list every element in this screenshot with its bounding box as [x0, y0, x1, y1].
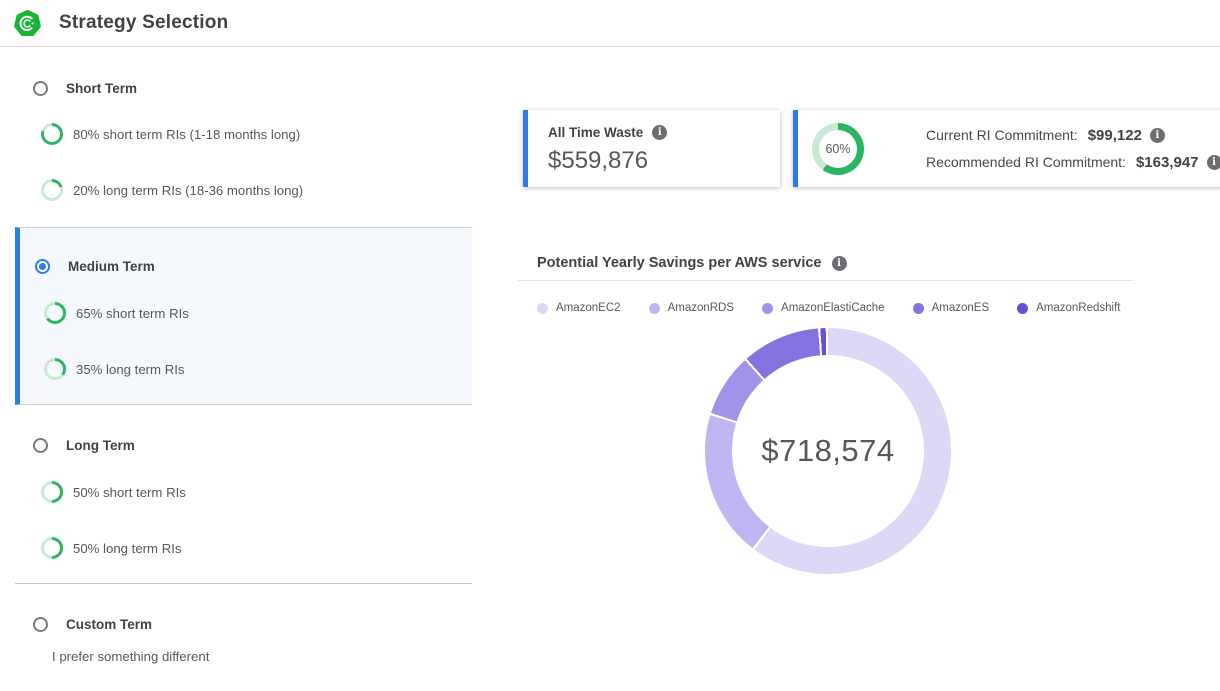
- legend-dot: [537, 303, 548, 314]
- percent-ring-80: [41, 123, 63, 145]
- percent-ring-65: [44, 302, 66, 324]
- panel-divider: [15, 583, 472, 584]
- suboption-label: 80% short term RIs (1-18 months long): [73, 127, 300, 142]
- strategy-label-custom: Custom Term: [66, 617, 152, 632]
- suboption-label: 50% short term RIs: [73, 485, 186, 500]
- info-icon[interactable]: i: [1207, 155, 1220, 170]
- radio-medium-selected[interactable]: [35, 259, 50, 274]
- info-icon[interactable]: i: [1150, 128, 1165, 143]
- suboption-label: 20% long term RIs (18-36 months long): [73, 183, 303, 198]
- strategy-label-short: Short Term: [66, 81, 137, 96]
- commitment-progress-ring: 60%: [812, 123, 864, 175]
- info-icon[interactable]: i: [832, 256, 847, 271]
- strategy-suboption: 35% long term RIs: [44, 358, 184, 380]
- legend-item-amazonelasticache[interactable]: AmazonElastiCache: [762, 302, 885, 314]
- recommended-ri-commitment-label: Recommended RI Commitment:: [926, 154, 1126, 170]
- custom-term-description: I prefer something different: [52, 649, 209, 664]
- radio-custom[interactable]: [33, 617, 48, 632]
- suboption-label: 35% long term RIs: [76, 362, 184, 377]
- legend-item-amazones[interactable]: AmazonES: [913, 302, 990, 314]
- percent-ring-50: [41, 481, 63, 503]
- ri-commitment-card: 60% Current RI Commitment: $99,122 i Rec…: [793, 110, 1220, 187]
- chart-divider: [518, 280, 1133, 281]
- current-ri-commitment-label: Current RI Commitment:: [926, 127, 1078, 143]
- legend-dot: [913, 303, 924, 314]
- strategy-suboption: 50% long term RIs: [41, 537, 181, 559]
- chart-title: Potential Yearly Savings per AWS service: [537, 255, 822, 271]
- percent-ring-50: [41, 537, 63, 559]
- suboption-label: 65% short term RIs: [76, 306, 189, 321]
- page-title: Strategy Selection: [59, 12, 228, 34]
- all-time-waste-card: All Time Waste i $559,876: [523, 110, 780, 187]
- legend-item-amazonec2[interactable]: AmazonEC2: [537, 302, 621, 314]
- legend-label: AmazonElastiCache: [781, 302, 885, 314]
- strategy-suboption: 65% short term RIs: [44, 302, 189, 324]
- legend-dot: [649, 303, 660, 314]
- waste-card-value: $559,876: [548, 147, 780, 175]
- percent-ring-20: [41, 179, 63, 201]
- legend-label: AmazonRedshift: [1036, 302, 1120, 314]
- strategy-suboption: 20% long term RIs (18-36 months long): [41, 179, 303, 201]
- strategy-option-medium[interactable]: Medium Term: [35, 257, 155, 275]
- radio-long[interactable]: [33, 438, 48, 453]
- info-icon[interactable]: i: [652, 125, 667, 140]
- legend-label: AmazonES: [932, 302, 990, 314]
- legend-item-amazonrds[interactable]: AmazonRDS: [649, 302, 734, 314]
- strategy-panel: Short Term 80% short term RIs (1-18 month…: [0, 0, 1220, 691]
- legend-label: AmazonEC2: [556, 302, 621, 314]
- chart-legend: AmazonEC2 AmazonRDS AmazonElastiCache Amazo…: [537, 302, 1121, 314]
- waste-card-title: All Time Waste: [548, 125, 643, 140]
- strategy-label-medium: Medium Term: [68, 259, 155, 274]
- strategy-option-long[interactable]: Long Term: [33, 436, 135, 454]
- percent-ring-35: [44, 358, 66, 380]
- strategy-option-short[interactable]: Short Term: [33, 79, 137, 97]
- radio-short[interactable]: [33, 81, 48, 96]
- strategy-label-long: Long Term: [66, 438, 135, 453]
- legend-dot: [1017, 303, 1028, 314]
- current-ri-commitment-value: $99,122: [1088, 127, 1142, 144]
- app-header: Strategy Selection: [0, 0, 1220, 47]
- legend-label: AmazonRDS: [668, 302, 734, 314]
- strategy-suboption: 80% short term RIs (1-18 months long): [41, 123, 300, 145]
- savings-donut-chart[interactable]: $718,574: [705, 328, 951, 574]
- strategy-suboption: 50% short term RIs: [41, 481, 186, 503]
- strategy-option-custom[interactable]: Custom Term: [33, 615, 152, 633]
- recommended-ri-commitment-value: $163,947: [1136, 154, 1199, 171]
- commitment-ring-label: 60%: [825, 142, 850, 156]
- legend-item-amazonredshift[interactable]: AmazonRedshift: [1017, 302, 1120, 314]
- donut-center-value: $718,574: [761, 433, 894, 469]
- suboption-label: 50% long term RIs: [73, 541, 181, 556]
- brand-logo-icon: [14, 10, 41, 37]
- legend-dot: [762, 303, 773, 314]
